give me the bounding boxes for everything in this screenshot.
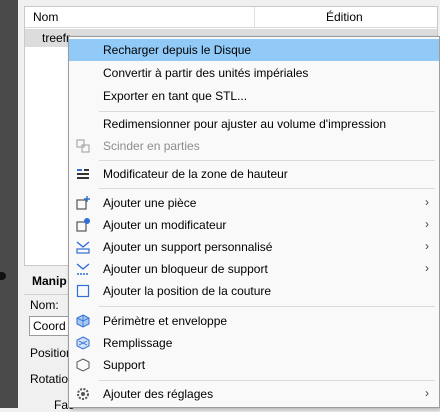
support-blocker-icon: [76, 262, 90, 276]
object-name: treefr: [42, 31, 71, 45]
left-toolbar-strip: [0, 0, 18, 408]
submenu-arrow-icon: ›: [425, 386, 429, 400]
submenu-arrow-icon: ›: [425, 261, 429, 275]
menu-add-seam-position[interactable]: Ajouter la position de la couture: [69, 280, 439, 302]
position-label: Position: [30, 346, 73, 360]
menu-perimeter-shell[interactable]: Périmètre et enveloppe: [69, 310, 439, 332]
menu-add-support-blocker[interactable]: Ajouter un bloqueur de support ›: [69, 258, 439, 280]
name-label: Nom:: [30, 298, 59, 312]
rotation-label: Rotatio: [30, 372, 69, 386]
menu-add-settings[interactable]: Ajouter des réglages ›: [69, 383, 439, 405]
infill-icon: [76, 336, 90, 350]
menu-height-range-modifier[interactable]: Modificateur de la zone de hauteur: [69, 163, 439, 185]
menu-add-modifier[interactable]: Ajouter un modificateur ›: [69, 214, 439, 236]
split-icon: [76, 139, 90, 153]
submenu-arrow-icon: ›: [425, 195, 429, 209]
menu-add-custom-support[interactable]: Ajouter un support personnalisé ›: [69, 236, 439, 258]
collapse-handle[interactable]: [0, 272, 6, 280]
submenu-arrow-icon: ›: [425, 239, 429, 253]
support-icon: [76, 358, 90, 372]
header-name[interactable]: Nom: [33, 10, 58, 24]
menu-separator: [99, 188, 435, 189]
menu-infill[interactable]: Remplissage: [69, 332, 439, 354]
menu-add-part[interactable]: Ajouter une pièce ›: [69, 192, 439, 214]
menu-separator: [99, 380, 435, 381]
menu-reload-from-disk[interactable]: Recharger depuis le Disque: [69, 39, 439, 61]
add-part-icon: [76, 196, 90, 210]
context-menu: Recharger depuis le Disque Convertir à p…: [68, 36, 440, 408]
custom-support-icon: [76, 240, 90, 254]
settings-icon: [76, 387, 90, 401]
menu-support[interactable]: Support: [69, 354, 439, 376]
header-edit[interactable]: Édition: [326, 10, 363, 24]
menu-split-parts: Scinder en parties: [69, 135, 439, 157]
add-modifier-icon: [76, 218, 90, 232]
seam-icon: [76, 284, 90, 298]
menu-export-stl[interactable]: Exporter en tant que STL...: [69, 85, 439, 107]
menu-separator: [99, 160, 435, 161]
menu-convert-imperial[interactable]: Convertir à partir des unités impériales: [69, 62, 439, 84]
height-modifier-icon: [76, 167, 90, 181]
list-header: Nom Édition: [25, 7, 437, 28]
header-separator: [254, 7, 255, 27]
menu-separator: [99, 306, 435, 307]
manip-title: Manip: [32, 274, 67, 288]
submenu-arrow-icon: ›: [425, 217, 429, 231]
perimeter-icon: [76, 314, 90, 328]
menu-resize-to-fit[interactable]: Redimensionner pour ajuster au volume d'…: [69, 113, 439, 135]
menu-separator: [99, 111, 435, 112]
